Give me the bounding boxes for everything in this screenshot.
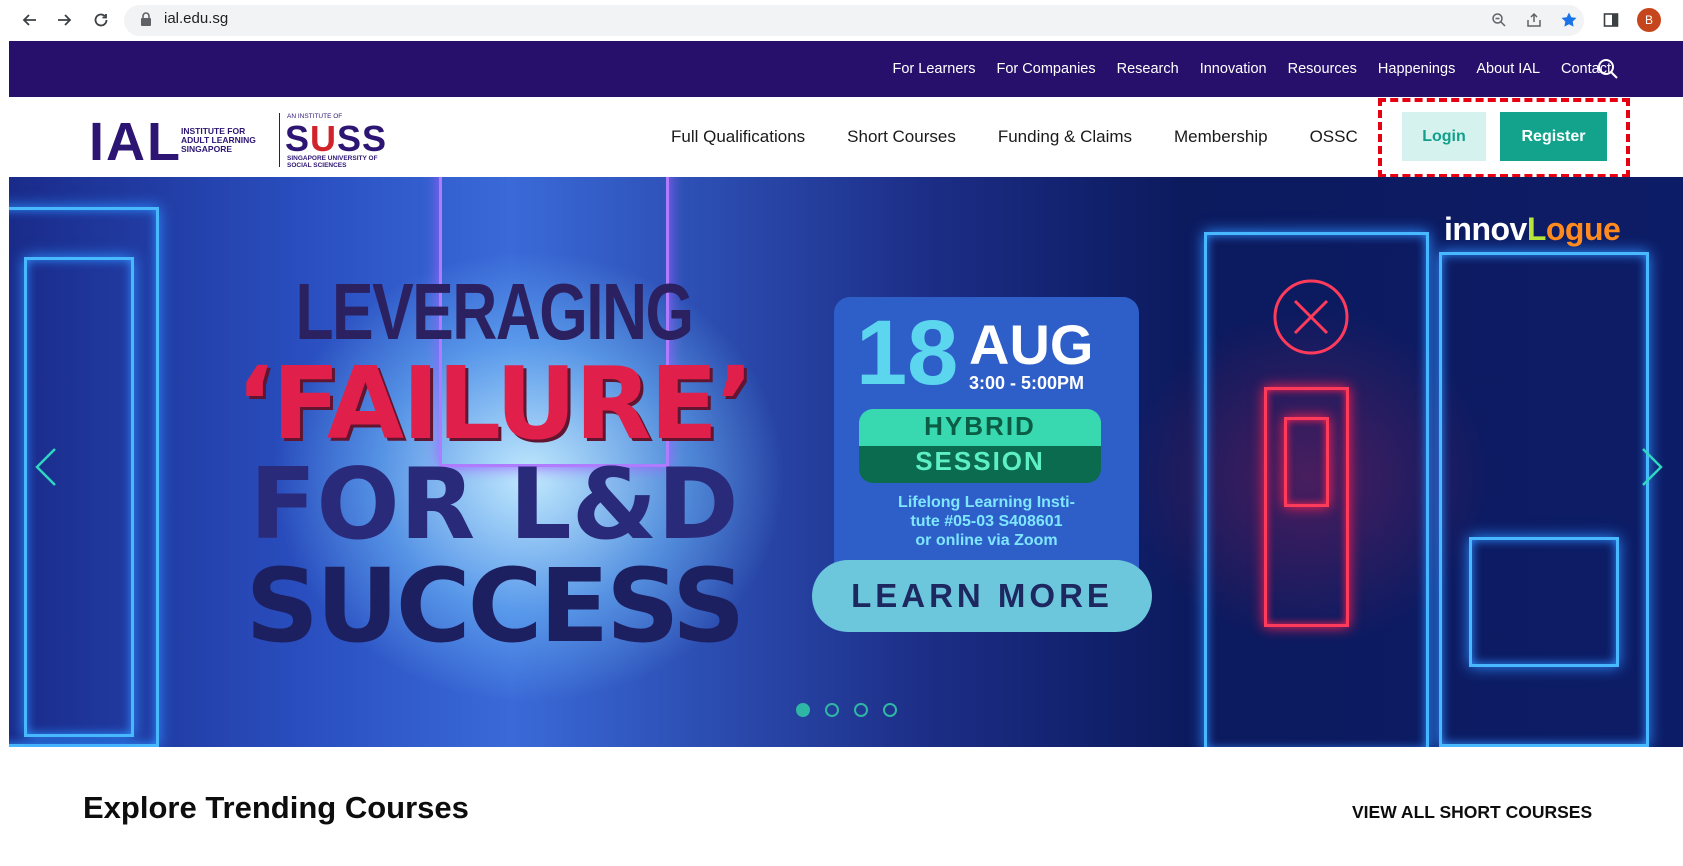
nav-innovation[interactable]: Innovation xyxy=(1200,61,1267,77)
view-all-short-courses-link[interactable]: VIEW ALL SHORT COURSES xyxy=(1352,802,1592,823)
lock-icon xyxy=(141,12,151,26)
share-icon[interactable] xyxy=(1523,9,1545,31)
address-bar[interactable] xyxy=(124,5,1584,36)
hybrid-session-badge: HYBRID SESSION xyxy=(859,409,1101,483)
event-time: 3:00 - 5:00PM xyxy=(969,373,1085,393)
nav-ossc[interactable]: OSSC xyxy=(1310,127,1358,147)
ial-logo-mark: IAL xyxy=(89,112,182,172)
neon-door-right-panel xyxy=(1469,537,1619,667)
nav-full-qualifications[interactable]: Full Qualifications xyxy=(671,127,805,147)
carousel-prev-icon[interactable] xyxy=(31,445,61,489)
nav-happenings[interactable]: Happenings xyxy=(1378,61,1455,77)
reload-icon[interactable] xyxy=(89,8,113,32)
main-nav: Full Qualifications Short Courses Fundin… xyxy=(671,97,1358,177)
event-card: 18 AUG 3:00 - 5:00PM HYBRID SESSION Life… xyxy=(834,297,1139,597)
ial-logo-subtitle: INSTITUTE FOR ADULT LEARNING SINGAPORE xyxy=(181,126,256,154)
event-venue: Lifelong Learning Insti- tute #05-03 S40… xyxy=(898,494,1075,549)
nav-about-ial[interactable]: About IAL xyxy=(1476,61,1540,77)
login-button[interactable]: Login xyxy=(1402,112,1486,161)
carousel-dots xyxy=(796,703,897,717)
side-panel-icon[interactable] xyxy=(1600,9,1622,31)
nav-funding-claims[interactable]: Funding & Claims xyxy=(998,127,1132,147)
register-button[interactable]: Register xyxy=(1500,112,1607,161)
nav-research[interactable]: Research xyxy=(1117,61,1179,77)
hero-headline: LEVERAGING ‘FAILURE’ FOR L&D SUCCESS xyxy=(194,272,794,658)
forward-icon[interactable] xyxy=(52,8,76,32)
url-text[interactable]: ial.edu.sg xyxy=(164,10,228,27)
bookmark-star-icon[interactable] xyxy=(1558,9,1580,31)
nav-short-courses[interactable]: Short Courses xyxy=(847,127,956,147)
search-icon[interactable] xyxy=(1596,57,1620,81)
carousel-dot-2[interactable] xyxy=(825,703,839,717)
headline-line-4: SUCCESS xyxy=(245,547,745,666)
nav-for-learners[interactable]: For Learners xyxy=(892,61,975,77)
back-icon[interactable] xyxy=(18,8,42,32)
neon-x-circle-icon xyxy=(1273,279,1349,355)
neon-red-door-panel xyxy=(1284,417,1329,507)
browser-toolbar: ial.edu.sg B xyxy=(0,0,1683,41)
nav-membership[interactable]: Membership xyxy=(1174,127,1268,147)
neon-door-right-b xyxy=(1439,252,1649,747)
headline-line-2: ‘FAILURE’ xyxy=(235,345,754,462)
zoom-icon[interactable] xyxy=(1488,9,1510,31)
nav-for-companies[interactable]: For Companies xyxy=(997,61,1096,77)
event-day: 18 xyxy=(856,302,959,404)
hero-carousel[interactable]: LEVERAGING ‘FAILURE’ FOR L&D SUCCESS 18 … xyxy=(9,177,1683,747)
profile-avatar[interactable]: B xyxy=(1637,8,1661,32)
suss-logo-mark: SUSS xyxy=(285,118,388,159)
top-utility-bar: For Learners For Companies Research Inno… xyxy=(9,41,1683,97)
section-title: Explore Trending Courses xyxy=(83,790,469,825)
suss-logo-subtitle: SINGAPORE UNIVERSITY OF SOCIAL SCIENCES xyxy=(287,155,378,169)
event-month: AUG xyxy=(969,313,1094,376)
carousel-dot-3[interactable] xyxy=(854,703,868,717)
top-nav: For Learners For Companies Research Inno… xyxy=(892,41,1611,97)
carousel-dot-1[interactable] xyxy=(796,703,810,717)
neon-door-left-inner xyxy=(24,257,134,737)
main-header: IAL INSTITUTE FOR ADULT LEARNING SINGAPO… xyxy=(9,97,1683,178)
carousel-dot-4[interactable] xyxy=(883,703,897,717)
nav-resources[interactable]: Resources xyxy=(1288,61,1357,77)
ial-suss-logo[interactable]: IAL INSTITUTE FOR ADULT LEARNING SINGAPO… xyxy=(89,107,389,169)
innovlogue-logo: innovLogue xyxy=(1444,211,1621,247)
learn-more-button[interactable]: LEARN MORE xyxy=(812,560,1152,632)
headline-line-3: FOR L&D xyxy=(249,448,739,562)
carousel-next-icon[interactable] xyxy=(1637,445,1667,489)
page: For Learners For Companies Research Inno… xyxy=(9,41,1683,866)
headline-line-1: LEVERAGING xyxy=(295,267,695,356)
logo-divider xyxy=(279,113,280,167)
